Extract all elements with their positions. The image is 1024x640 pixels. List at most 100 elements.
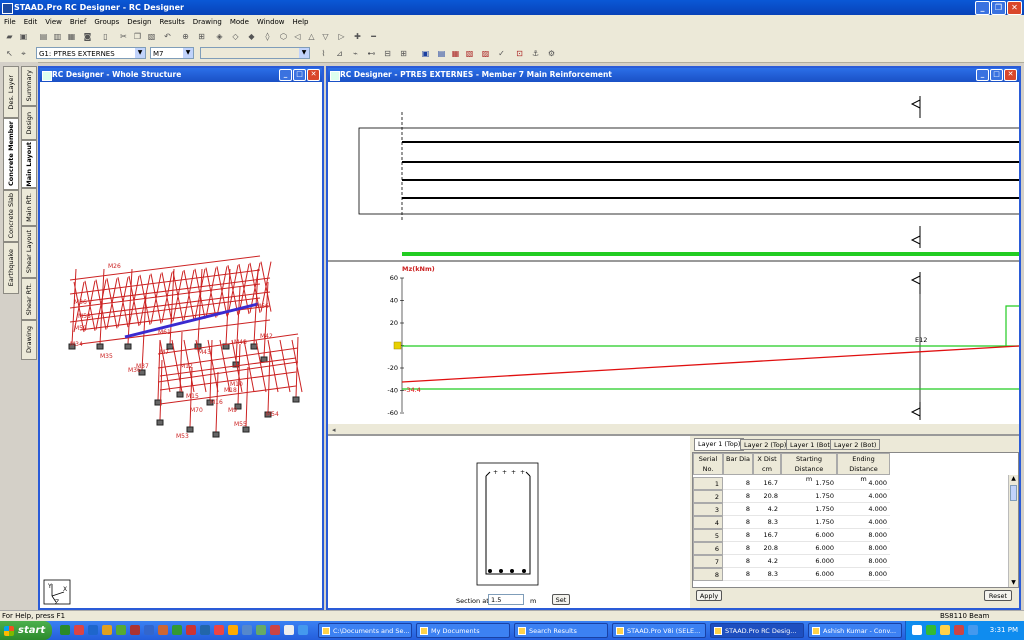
- table-row[interactable]: 4 8 8.3 1.750 4.000: [693, 516, 890, 529]
- task-my-documents[interactable]: My Documents: [416, 623, 510, 638]
- table-cell[interactable]: 16.7: [753, 529, 781, 542]
- table-cell[interactable]: 6.000: [781, 555, 837, 568]
- tab-concrete-slab[interactable]: Concrete Slab: [3, 190, 19, 242]
- minimize-icon[interactable]: _: [976, 69, 989, 81]
- menu-view[interactable]: View: [41, 18, 66, 26]
- table-cell[interactable]: 1.750: [781, 516, 837, 529]
- beam-elevation-view[interactable]: [328, 82, 1019, 260]
- task-search-results[interactable]: Search Results: [514, 623, 608, 638]
- header-serial[interactable]: Serial No.: [693, 453, 723, 475]
- quicklaunch-icon[interactable]: [270, 625, 280, 635]
- menu-help[interactable]: Help: [289, 18, 313, 26]
- frame-member[interactable]: [69, 255, 261, 281]
- results-icon[interactable]: ▦: [450, 48, 461, 59]
- cursor-icon[interactable]: ↖: [4, 48, 15, 59]
- pan-up-icon[interactable]: △: [306, 31, 317, 42]
- anchor-icon[interactable]: ⚓: [530, 48, 541, 59]
- maximize-icon[interactable]: □: [990, 69, 1003, 81]
- zoom-icon[interactable]: ⊕: [180, 31, 191, 42]
- quicklaunch-icon[interactable]: [242, 625, 252, 635]
- table-cell[interactable]: 8: [723, 555, 753, 568]
- rebar-icon[interactable]: ▨: [480, 48, 491, 59]
- task-staad-pro[interactable]: STAAD.Pro V8i (SELE...: [612, 623, 706, 638]
- section-position-input[interactable]: 1.5: [488, 594, 524, 605]
- close-icon[interactable]: ✕: [307, 69, 320, 81]
- apply-button[interactable]: Apply: [696, 590, 722, 601]
- maximize-icon[interactable]: □: [293, 69, 306, 81]
- open-icon[interactable]: ▰: [4, 31, 15, 42]
- quicklaunch-icon[interactable]: [200, 625, 210, 635]
- table-icon[interactable]: ⊟: [382, 48, 393, 59]
- table-row[interactable]: 1 8 16.7 1.750 4.000: [693, 477, 890, 490]
- table-cell[interactable]: 4.000: [837, 516, 890, 529]
- menu-edit[interactable]: Edit: [20, 18, 42, 26]
- graph-icon[interactable]: ⌇: [318, 48, 329, 59]
- view-front-icon[interactable]: ◇: [230, 31, 241, 42]
- view-iso-icon[interactable]: ◈: [214, 31, 225, 42]
- camera-icon[interactable]: ◙: [82, 31, 93, 42]
- quicklaunch-icon[interactable]: [284, 625, 294, 635]
- table-cell[interactable]: 20.8: [753, 490, 781, 503]
- task-documents-folder[interactable]: C:\Documents and Se...: [318, 623, 412, 638]
- header-end-dist[interactable]: Ending Distance m: [837, 453, 890, 483]
- table-cell[interactable]: 4.000: [837, 503, 890, 516]
- pan-right-icon[interactable]: ▷: [336, 31, 347, 42]
- frame-member[interactable]: [245, 366, 249, 428]
- tab-layer-2-top[interactable]: Layer 2 (Top): [740, 439, 791, 450]
- tab-layer-1-top[interactable]: Layer 1 (Top): [694, 438, 745, 451]
- cut-icon[interactable]: ✂: [118, 31, 129, 42]
- page-icon[interactable]: ▯: [100, 31, 111, 42]
- table-cell[interactable]: 8: [723, 490, 753, 503]
- table-cell[interactable]: 4.2: [753, 555, 781, 568]
- frame-member[interactable]: [197, 268, 203, 345]
- menu-design[interactable]: Design: [123, 18, 155, 26]
- report-icon[interactable]: ▦: [66, 31, 77, 42]
- table-cell[interactable]: 8.000: [837, 529, 890, 542]
- table-cell[interactable]: 5: [693, 529, 723, 542]
- close-icon[interactable]: ✕: [1007, 1, 1022, 15]
- undo-icon[interactable]: ↶: [162, 31, 173, 42]
- copy-icon[interactable]: ❐: [132, 31, 143, 42]
- filter-dropdown[interactable]: ▼: [200, 47, 310, 59]
- frame-member[interactable]: [71, 268, 77, 345]
- table-cell[interactable]: 8: [723, 529, 753, 542]
- table-cell[interactable]: 16.7: [753, 477, 781, 490]
- target-icon[interactable]: ⊡: [514, 48, 525, 59]
- quicklaunch-icon[interactable]: [228, 625, 238, 635]
- tray-icon[interactable]: [926, 625, 936, 635]
- close-icon[interactable]: ✕: [1004, 69, 1017, 81]
- table-cell[interactable]: 1.750: [781, 503, 837, 516]
- table-cell[interactable]: 8: [723, 516, 753, 529]
- select-icon[interactable]: ⌖: [18, 48, 29, 59]
- table-cell[interactable]: 1.750: [781, 477, 837, 490]
- table-cell[interactable]: 8: [693, 568, 723, 581]
- quicklaunch-icon[interactable]: [88, 625, 98, 635]
- tab-earthquake[interactable]: Earthquake: [3, 242, 19, 294]
- tab-design[interactable]: Design: [21, 106, 37, 140]
- quicklaunch-icon[interactable]: [74, 625, 84, 635]
- layout-icon[interactable]: ▧: [464, 48, 475, 59]
- tray-icon[interactable]: [940, 625, 950, 635]
- header-bar-dia[interactable]: Bar Dia: [723, 453, 753, 475]
- menu-window[interactable]: Window: [253, 18, 289, 26]
- restore-icon[interactable]: ❐: [991, 1, 1006, 15]
- tray-icon[interactable]: [912, 625, 922, 635]
- table-row[interactable]: 6 8 20.8 6.000 8.000: [693, 542, 890, 555]
- tab-summary[interactable]: Summary: [21, 66, 37, 106]
- table-cell[interactable]: 4: [693, 516, 723, 529]
- scroll-left-icon[interactable]: ◂: [332, 426, 336, 434]
- preview-icon[interactable]: ▥: [52, 31, 63, 42]
- table-cell[interactable]: 8: [723, 503, 753, 516]
- quicklaunch-icon[interactable]: [116, 625, 126, 635]
- tab-main-rft[interactable]: Main Rft.: [21, 188, 37, 226]
- table-cell[interactable]: 8: [723, 568, 753, 581]
- table-cell[interactable]: 2: [693, 490, 723, 503]
- minimize-icon[interactable]: _: [975, 1, 990, 15]
- v-scrollbar[interactable]: ▲ ▼: [1008, 475, 1018, 587]
- check-icon[interactable]: ✓: [496, 48, 507, 59]
- table-cell[interactable]: 6.000: [781, 568, 837, 581]
- menu-groups[interactable]: Groups: [90, 18, 123, 26]
- table-row[interactable]: 7 8 4.2 6.000 8.000: [693, 555, 890, 568]
- table-cell[interactable]: 8.3: [753, 516, 781, 529]
- link-icon[interactable]: ⊷: [366, 48, 377, 59]
